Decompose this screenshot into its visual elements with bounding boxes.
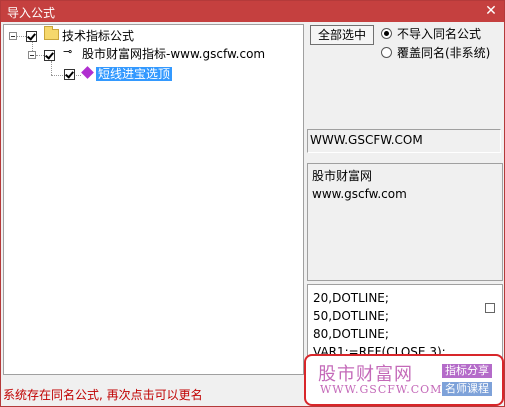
formula-url-field: WWW.GSCFW.COM <box>307 129 501 153</box>
formula-description: 股市财富网 www.gscfw.com <box>307 163 503 281</box>
code-line: 80,DOTLINE; <box>313 327 389 341</box>
key-icon: ⊸ <box>63 45 73 58</box>
formula-tree: 技术指标公式 ⊸ 股市财富网指标-www.gscfw.com 短线进宝选顶 <box>3 24 304 375</box>
tree-item-formula-label[interactable]: 短线进宝选顶 <box>96 65 173 82</box>
select-all-button[interactable]: 全部选中 <box>310 25 374 45</box>
radio-overwrite[interactable] <box>381 47 392 58</box>
formula-checkbox[interactable] <box>64 69 75 80</box>
folder-icon <box>44 26 59 40</box>
tree-connector <box>76 75 81 76</box>
tree-connector <box>51 75 63 76</box>
import-formula-dialog: 导入公式 ✕ 技术指标公式 ⊸ 股市财富网指标-www.gscfw.com 短线… <box>0 0 505 407</box>
tree-item-group-label[interactable]: 股市财富网指标-www.gscfw.com <box>82 45 265 62</box>
code-line: 50,DOTLINE; <box>313 309 389 323</box>
code-line: 20,DOTLINE; <box>313 291 389 305</box>
collapse-toggle-group[interactable] <box>28 51 36 59</box>
tree-item-root-label[interactable]: 技术指标公式 <box>62 27 134 44</box>
group-checkbox[interactable] <box>44 50 55 61</box>
watermark-tag-share: 指标分享 <box>442 364 492 378</box>
close-icon[interactable]: ✕ <box>482 2 500 20</box>
formula-icon <box>81 66 94 79</box>
tree-connector <box>36 55 44 56</box>
watermark-url: WWW.GSCFW.COM <box>320 383 443 396</box>
root-checkbox[interactable] <box>26 31 37 42</box>
description-line: www.gscfw.com <box>312 187 407 201</box>
status-message: 系统存在同名公式, 再次点击可以更名 <box>3 388 203 402</box>
window-title: 导入公式 <box>7 6 56 20</box>
description-line: 股市财富网 <box>312 169 373 183</box>
watermark-tag-courses: 名师课程 <box>442 382 492 396</box>
radio-skip-duplicates-label[interactable]: 不导入同名公式 <box>397 25 481 42</box>
radio-overwrite-label[interactable]: 覆盖同名(非系统) <box>397 44 490 61</box>
radio-skip-duplicates[interactable] <box>381 28 392 39</box>
site-watermark-logo: 股市财富网 WWW.GSCFW.COM 指标分享 名师课程 <box>304 354 504 406</box>
collapse-toggle-root[interactable] <box>9 32 17 40</box>
tree-connector <box>51 61 52 75</box>
selected-formula[interactable]: 短线进宝选顶 <box>96 67 173 81</box>
title-bar[interactable]: 导入公式 ✕ <box>1 1 504 22</box>
tree-connector <box>17 36 26 37</box>
code-checkbox[interactable] <box>485 303 495 313</box>
